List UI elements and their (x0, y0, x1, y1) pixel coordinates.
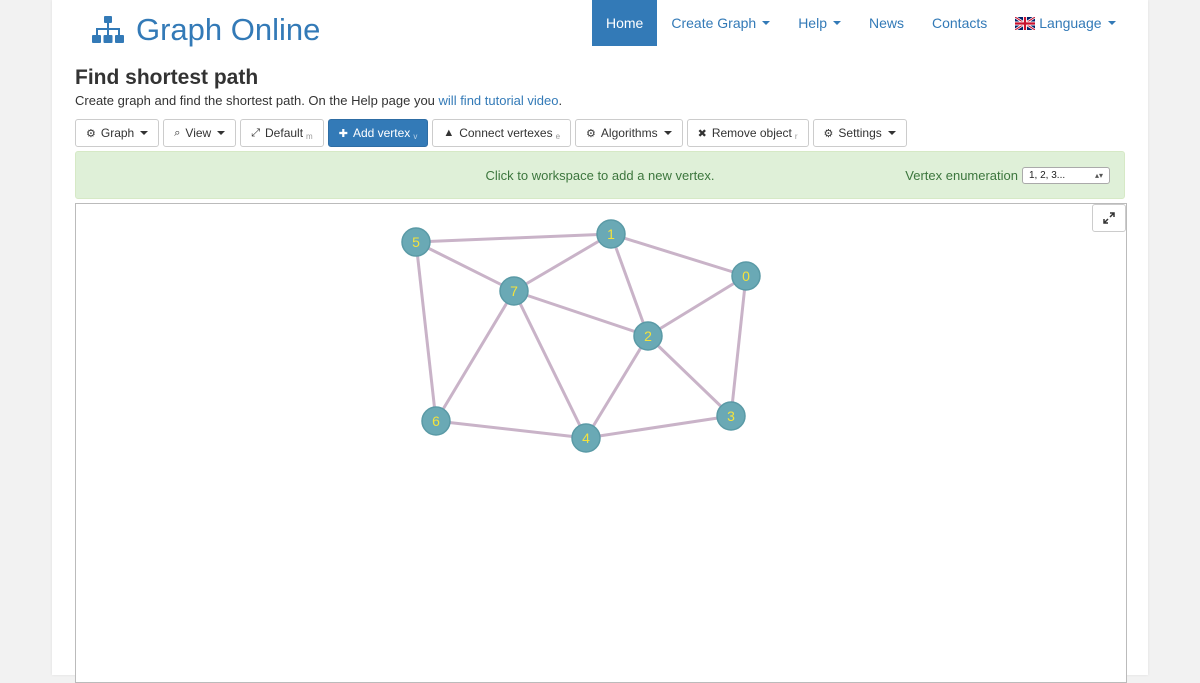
remove-object-button[interactable]: ✖ Remove object r (686, 119, 809, 147)
hotkey-hint: e (555, 131, 561, 141)
nav-label: News (868, 15, 904, 31)
nav-contacts[interactable]: Contacts (918, 0, 1001, 46)
brand-name: Graph Online (136, 12, 321, 47)
vertex-enumeration-label: Vertex enumeration (905, 168, 1018, 183)
nav-home[interactable]: Home (592, 0, 658, 46)
button-label: Graph (100, 126, 135, 140)
nav-news[interactable]: News (855, 0, 918, 46)
caret-down-icon (140, 131, 149, 135)
remove-icon: ✖ (697, 127, 707, 140)
page: Graph Online Home Create Graph Help News Con… (52, 0, 1148, 683)
nav-label: Contacts (932, 15, 988, 31)
button-label: Connect vertexes (459, 126, 553, 140)
info-bar: Click to workspace to add a new vertex. … (75, 151, 1125, 199)
add-vertex-button[interactable]: ✚ Add vertex v (327, 119, 429, 147)
vertex-label: 2 (644, 328, 652, 344)
vertex-enumeration: Vertex enumeration 1, 2, 3... ▴▾ (905, 167, 1110, 184)
vertex-label: 3 (727, 408, 735, 424)
button-label: View (185, 126, 212, 140)
caret-down-icon (887, 131, 896, 135)
brand-logo[interactable]: Graph Online (92, 10, 320, 50)
toolbar: ⚙ Graph ⌕ View ⤢ Default m ✚ Add vertex v ▲ Connect… (75, 119, 907, 147)
plus-icon: ✚ (338, 127, 348, 140)
nav-language[interactable]: Language (1001, 0, 1129, 46)
vertex-enumeration-select[interactable]: 1, 2, 3... ▴▾ (1022, 167, 1110, 184)
fullscreen-button[interactable] (1092, 204, 1126, 232)
vertex-0[interactable]: 0 (731, 261, 761, 291)
edge-0-2[interactable] (647, 274, 747, 338)
caret-down-icon (1107, 21, 1116, 25)
select-arrows-icon: ▴▾ (1094, 171, 1103, 180)
fit-icon: ⤢ (251, 126, 261, 139)
edge-5-1[interactable] (415, 232, 612, 244)
edge-7-6[interactable] (434, 290, 516, 422)
edge-0-3[interactable] (729, 275, 748, 417)
edge-2-4[interactable] (584, 335, 650, 439)
expand-icon (1103, 212, 1115, 224)
zoom-icon: ⌕ (174, 126, 181, 139)
caret-down-icon (217, 131, 226, 135)
caret-down-icon (832, 21, 841, 25)
page-subtitle: Create graph and find the shortest path.… (75, 93, 562, 108)
nav-help[interactable]: Help (784, 0, 855, 46)
edge-2-3[interactable] (646, 334, 733, 418)
edge-1-7[interactable] (513, 232, 612, 293)
uk-flag-icon (1015, 16, 1036, 30)
default-button[interactable]: ⤢ Default m (240, 119, 324, 147)
button-label: Algorithms (600, 126, 658, 140)
vertex-label: 5 (412, 234, 420, 250)
button-label: Settings (838, 126, 882, 140)
vertex-1[interactable]: 1 (596, 219, 626, 249)
vertex-5[interactable]: 5 (401, 227, 431, 257)
settings-button[interactable]: ⚙ Settings (812, 119, 907, 147)
tutorial-video-link[interactable]: will find tutorial video (439, 93, 559, 108)
vertex-enumeration-value: 1, 2, 3... (1029, 170, 1066, 181)
view-button[interactable]: ⌕ View (163, 119, 237, 147)
hotkey-hint: m (306, 131, 313, 141)
caret-down-icon (762, 21, 771, 25)
page-title: Find shortest path (75, 66, 259, 89)
edge-1-2[interactable] (609, 233, 650, 337)
gear-icon: ⚙ (86, 127, 96, 140)
vertex-6[interactable]: 6 (421, 406, 451, 436)
caret-down-icon (663, 131, 672, 135)
nav-label: Language (1039, 15, 1102, 31)
hotkey-hint: v (413, 131, 418, 141)
hotkey-hint: r (794, 131, 798, 141)
edge-6-4[interactable] (435, 419, 587, 440)
nav-create-graph[interactable]: Create Graph (657, 0, 784, 46)
vertex-2[interactable]: 2 (633, 321, 663, 351)
subtitle-suffix: . (558, 93, 563, 108)
algorithms-button[interactable]: ⚙ Algorithms (575, 119, 683, 147)
button-label: Add vertex (352, 126, 411, 140)
vertex-label: 6 (432, 413, 440, 429)
graph-svg[interactable]: 0 1 2 3 4 5 6 7 (76, 204, 1126, 674)
vertex-label: 4 (582, 430, 590, 446)
nav-label: Help (798, 15, 827, 31)
vertex-label: 7 (510, 283, 518, 299)
button-label: Default (265, 126, 304, 140)
edge-1-0[interactable] (610, 232, 747, 278)
connect-vertexes-button[interactable]: ▲ Connect vertexes e (432, 119, 572, 147)
vertex-3[interactable]: 3 (716, 401, 746, 431)
vertex-label: 1 (607, 226, 615, 242)
gear-icon: ⚙ (823, 127, 834, 140)
edge-4-3[interactable] (585, 414, 732, 440)
subtitle-text: Create graph and find the shortest path.… (75, 93, 439, 108)
edge-5-6[interactable] (414, 241, 438, 422)
gear-icon: ⚙ (586, 127, 596, 140)
top-nav: Home Create Graph Help News Contacts Language (592, 0, 1130, 46)
graph-button[interactable]: ⚙ Graph (75, 119, 160, 147)
graph-workspace[interactable]: 0 1 2 3 4 5 6 7 (75, 203, 1127, 683)
vertex-label: 0 (742, 268, 750, 284)
road-icon: ▲ (443, 127, 455, 139)
sitemap-icon (92, 16, 124, 43)
vertex-7[interactable]: 7 (499, 276, 529, 306)
button-label: Remove object (711, 126, 792, 140)
edge-5-7[interactable] (415, 240, 515, 293)
nav-label: Create Graph (671, 15, 757, 31)
vertex-4[interactable]: 4 (571, 423, 601, 453)
nav-label: Home (606, 15, 644, 31)
